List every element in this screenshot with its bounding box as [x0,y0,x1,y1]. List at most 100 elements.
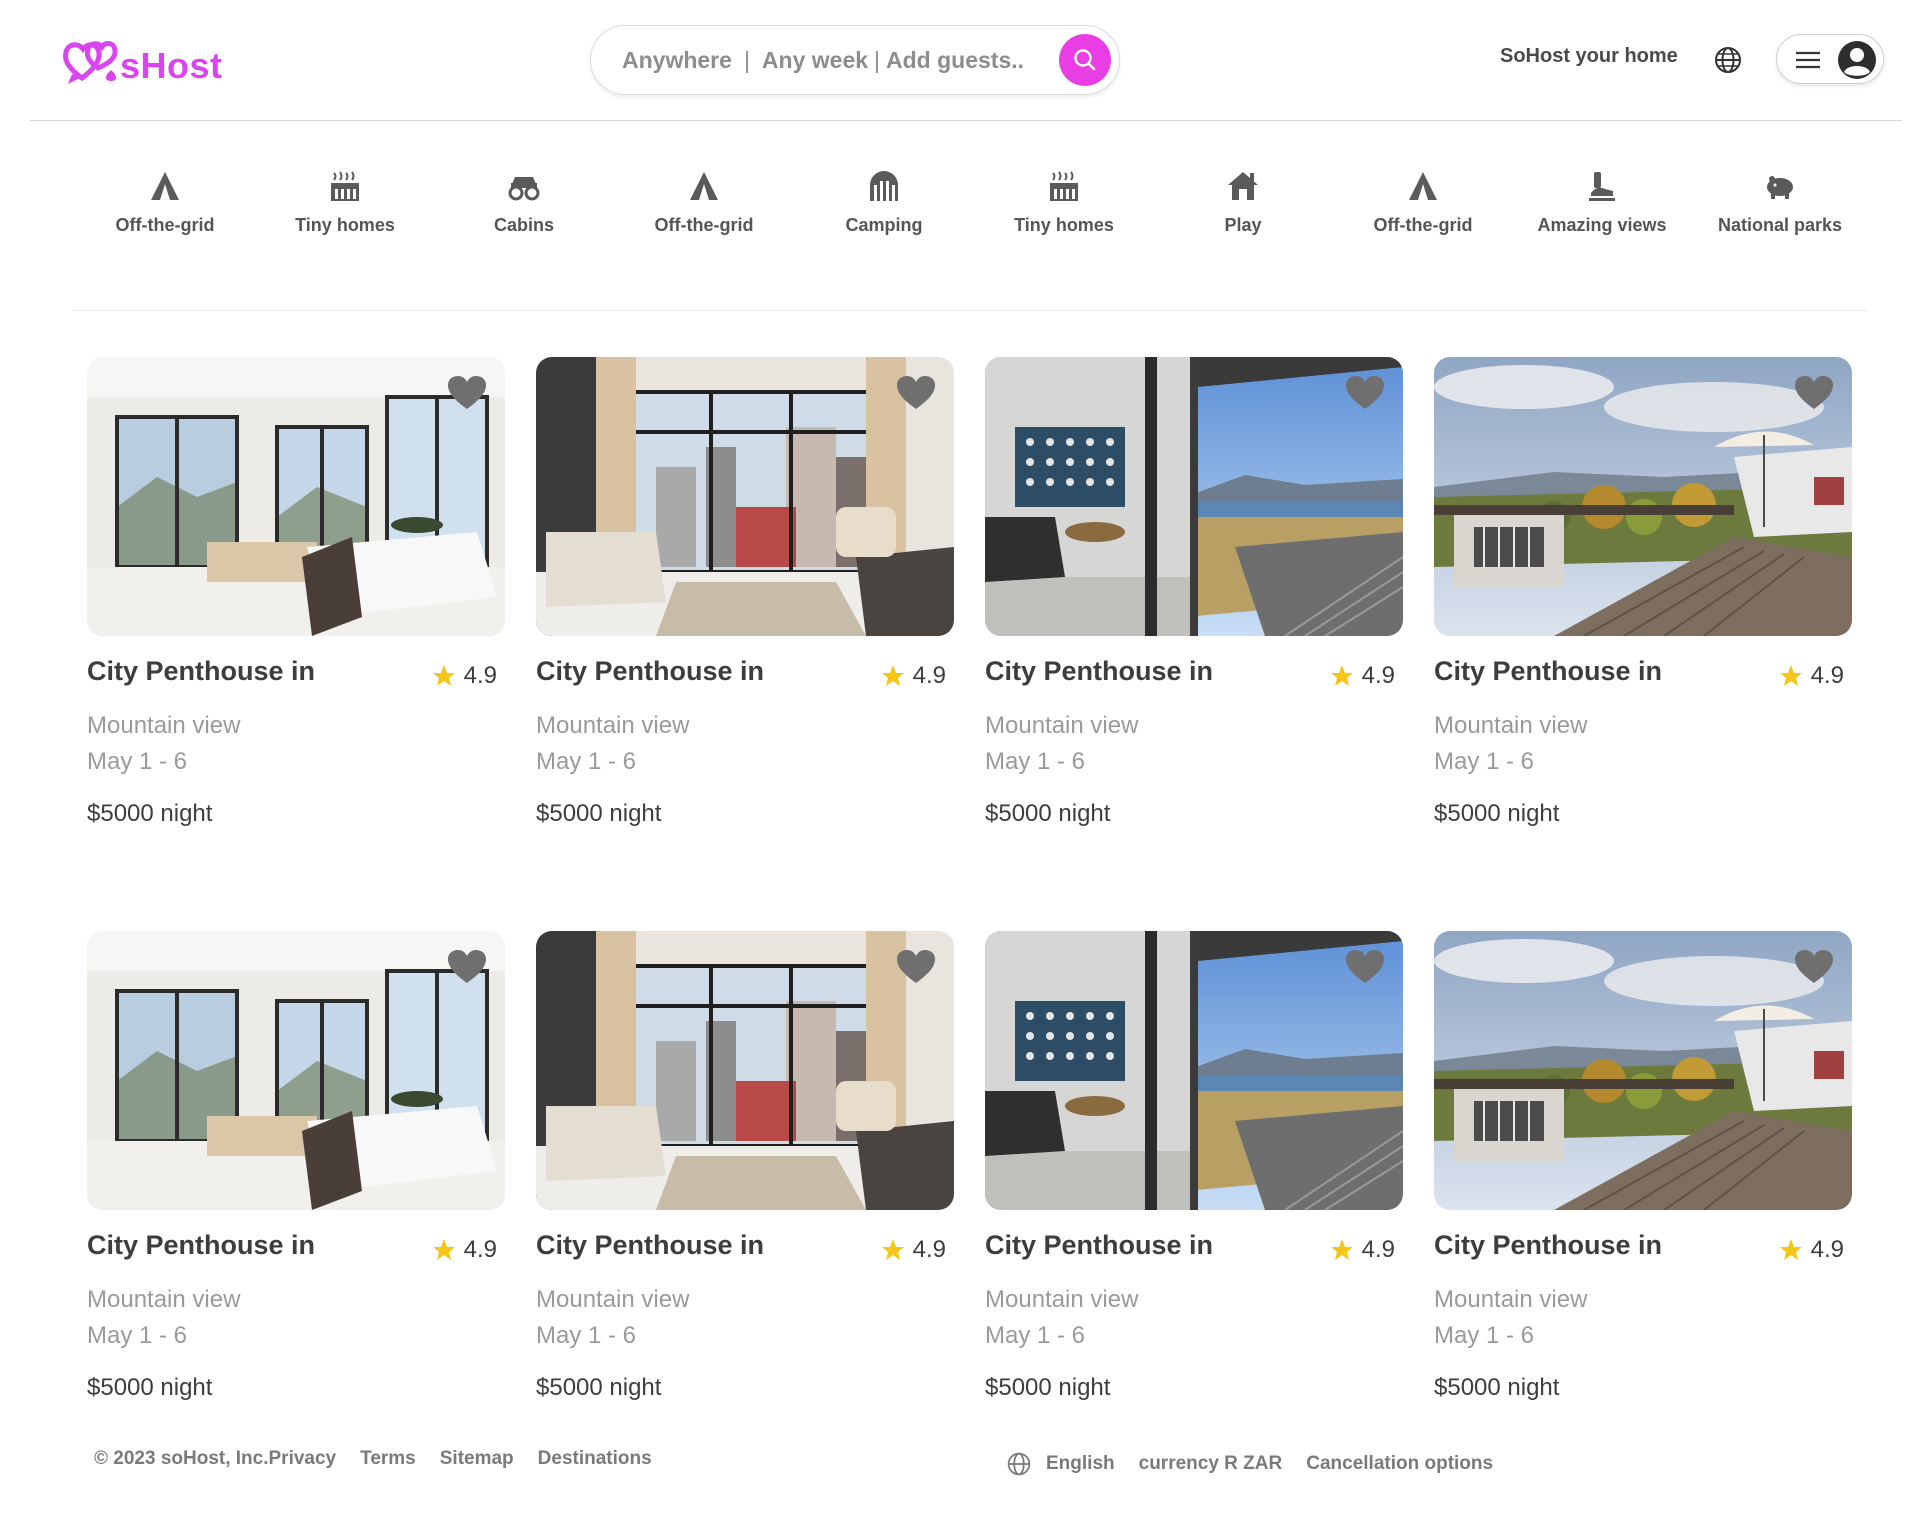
tent-icon [1409,172,1437,200]
category-amazing-views[interactable]: Amazing views [1512,169,1692,236]
star-icon [432,1239,455,1260]
search-who[interactable]: Add guests.. [886,47,1024,74]
listing-card[interactable]: City Penthouse in 4.9 Mountain view May … [1434,931,1852,1401]
category-tiny-homes[interactable]: Tiny homes [974,169,1154,236]
listing-title: City Penthouse in [536,1230,765,1260]
tent-icon [151,172,179,200]
globe-icon[interactable] [1713,45,1743,75]
listing-photo[interactable] [87,357,505,636]
listing-card[interactable]: City Penthouse in 4.9 Mountain view May … [87,931,505,1401]
apartment-city-view-photo [536,357,954,636]
views-icon [1589,172,1615,201]
favorite-heart-icon[interactable] [1794,949,1834,985]
listing-rating: 4.9 [881,662,946,690]
listing-rating: 4.9 [432,1236,497,1264]
user-menu-button[interactable] [1776,34,1884,84]
listing-price: $5000 night [87,800,213,827]
garden-deck-photo [1434,357,1852,636]
listing-photo[interactable] [1434,357,1852,636]
listing-subtitle: Mountain view [985,1286,1139,1313]
listing-dates: May 1 - 6 [1434,1322,1535,1349]
footer-settings: English currency R ZAR Cancellation opti… [1006,1451,1517,1477]
listing-photo[interactable] [87,931,505,1210]
footer-destinations-link[interactable]: Destinations [538,1448,652,1470]
listing-photo[interactable] [536,357,954,636]
globe-icon [1007,1452,1031,1476]
favorite-heart-icon[interactable] [1345,375,1385,411]
listing-rating: 4.9 [1330,662,1395,690]
listing-title: City Penthouse in [536,656,765,686]
listing-dates: May 1 - 6 [985,1322,1086,1349]
apartment-city-view-photo [536,931,954,1210]
listing-dates: May 1 - 6 [87,1322,188,1349]
listing-title: City Penthouse in [87,656,316,686]
listing-card[interactable]: City Penthouse in 4.9 Mountain view May … [536,931,954,1401]
national-park-icon [1767,176,1793,199]
listing-card[interactable]: City Penthouse in 4.9 Mountain view May … [87,357,505,827]
cabin-icon [508,177,540,201]
footer-sitemap-link[interactable]: Sitemap [440,1448,514,1470]
search-button[interactable] [1059,34,1111,86]
star-icon [881,665,904,686]
play-house-icon [1228,172,1258,200]
penthouse-living-room-photo [87,931,505,1210]
listing-photo[interactable] [985,357,1403,636]
search-when[interactable]: Any week [762,47,868,74]
category-camping[interactable]: Camping [794,169,974,236]
favorite-heart-icon[interactable] [896,375,936,411]
favorite-heart-icon[interactable] [1345,949,1385,985]
listing-dates: May 1 - 6 [536,748,637,775]
search-divider: | [743,46,750,73]
listing-title: City Penthouse in [985,1230,1214,1260]
favorite-heart-icon[interactable] [447,949,487,985]
hearts-logo-icon [63,40,118,84]
hamburger-icon [1796,51,1820,69]
listing-dates: May 1 - 6 [985,748,1086,775]
host-your-home-link[interactable]: SoHost your home [1500,45,1678,68]
footer-terms-link[interactable]: Terms [360,1448,416,1470]
category-tiny-homes[interactable]: Tiny homes [255,169,435,236]
camping-icon [870,171,898,201]
footer-copyright[interactable]: © 2023 soHost, Inc.Privacy [94,1448,336,1470]
listing-card[interactable]: City Penthouse in 4.9 Mountain view May … [1434,357,1852,827]
listing-photo[interactable] [536,931,954,1210]
footer-links: © 2023 soHost, Inc.Privacy Terms Sitemap… [94,1448,676,1470]
listing-card[interactable]: City Penthouse in 4.9 Mountain view May … [985,931,1403,1401]
search-bar[interactable]: Anywhere | Any week | Add guests.. [590,25,1120,95]
favorite-heart-icon[interactable] [447,375,487,411]
listing-subtitle: Mountain view [536,1286,690,1313]
category-play[interactable]: Play [1153,169,1333,236]
listing-title: City Penthouse in [87,1230,316,1260]
category-off-the-grid[interactable]: Off-the-grid [614,169,794,236]
beach-balcony-photo [985,931,1403,1210]
star-icon [881,1239,904,1260]
listing-dates: May 1 - 6 [536,1322,637,1349]
footer-currency-link[interactable]: currency R ZAR [1139,1453,1283,1475]
listing-dates: May 1 - 6 [87,748,188,775]
search-where[interactable]: Anywhere [622,47,732,74]
category-national-parks[interactable]: National parks [1690,169,1870,236]
favorite-heart-icon[interactable] [896,949,936,985]
star-icon [432,665,455,686]
category-cabins[interactable]: Cabins [434,169,614,236]
favorite-heart-icon[interactable] [1794,375,1834,411]
footer-language-link[interactable]: English [1046,1453,1115,1475]
listing-rating: 4.9 [432,662,497,690]
listing-card[interactable]: City Penthouse in 4.9 Mountain view May … [536,357,954,827]
listing-photo[interactable] [1434,931,1852,1210]
brand-logo[interactable]: sHost [62,34,223,86]
tent-icon [690,172,718,200]
listing-card[interactable]: City Penthouse in 4.9 Mountain view May … [985,357,1403,827]
listing-price: $5000 night [87,1374,213,1401]
listing-photo[interactable] [985,931,1403,1210]
star-icon [1330,1239,1353,1260]
listing-title: City Penthouse in [985,656,1214,686]
listing-price: $5000 night [1434,800,1560,827]
star-icon [1779,665,1802,686]
listing-title: City Penthouse in [1434,1230,1663,1260]
category-off-the-grid[interactable]: Off-the-grid [75,169,255,236]
listing-rating: 4.9 [881,1236,946,1264]
footer-cancellation-link[interactable]: Cancellation options [1306,1453,1493,1475]
search-icon [1074,49,1096,71]
category-off-the-grid[interactable]: Off-the-grid [1333,169,1513,236]
